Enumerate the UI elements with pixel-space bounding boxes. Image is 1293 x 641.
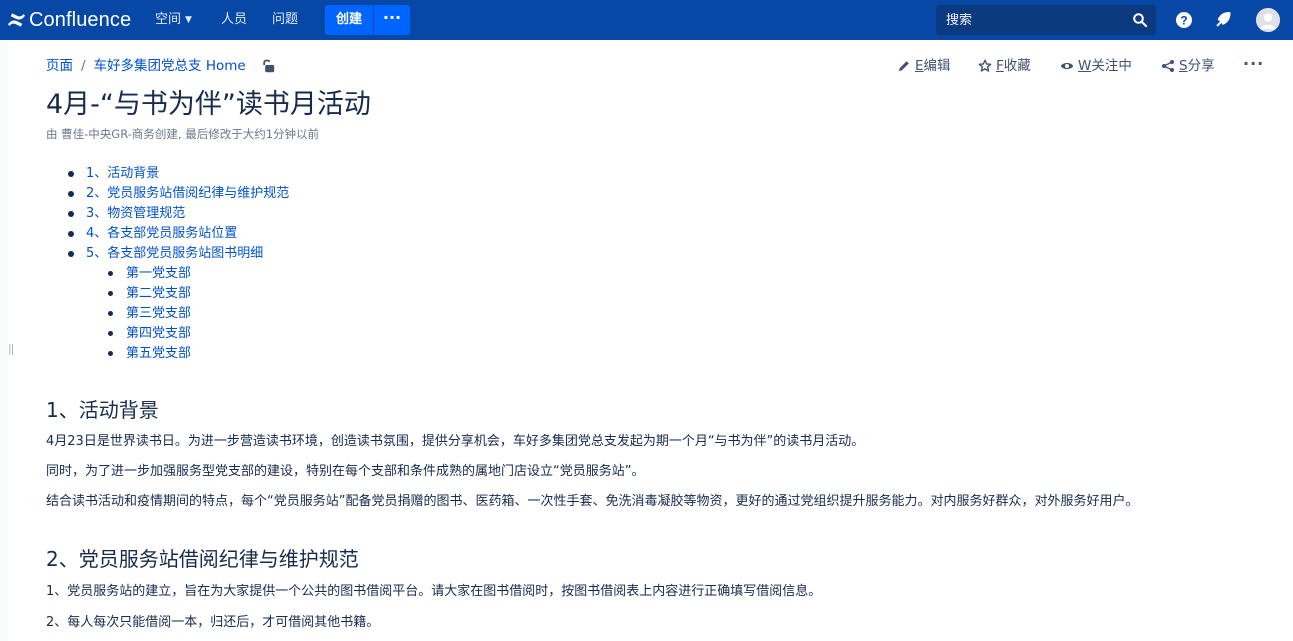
star-icon [978, 59, 992, 72]
breadcrumb-pages[interactable]: 页面 [46, 58, 73, 74]
unlock-icon[interactable] [261, 58, 275, 73]
star-label: 收藏 [1003, 58, 1031, 74]
toc-link[interactable]: 2、党员服务站借阅纪律与维护规范 [86, 186, 289, 201]
search-box [936, 5, 1156, 35]
section-paragraph: 2、每人每次只能借阅一本，归还后，才可借阅其他书籍。 [46, 615, 380, 630]
pencil-icon [899, 61, 909, 71]
toc-item: 2、党员服务站借阅纪律与维护规范 [68, 184, 289, 204]
help-icon[interactable]: ? [1174, 10, 1194, 30]
nav-people[interactable]: 人员 [221, 0, 247, 40]
toc-sublink[interactable]: 第一党支部 [126, 266, 191, 281]
share-icon [1162, 60, 1174, 72]
section-paragraph: 同时，为了进一步加强服务型党支部的建设，特别在每个支部和条件成熟的属地门店设立“… [46, 464, 645, 479]
breadcrumb-separator: / [81, 58, 86, 74]
watch-label: 关注中 [1091, 58, 1132, 74]
top-navigation: Confluence 空间▼ 人员 问题 创建 ··· ? [0, 0, 1293, 40]
toc-item: 5、各支部党员服务站图书明细 [68, 244, 289, 264]
watch-shortcut: W [1078, 58, 1092, 74]
toc-link[interactable]: 4、各支部党员服务站位置 [86, 226, 237, 241]
search-input[interactable] [936, 5, 1126, 35]
share-button[interactable]: S 分享 [1161, 56, 1215, 76]
toc-subitem: 第五党支部 [108, 344, 191, 364]
more-actions-button[interactable]: ··· [1243, 54, 1264, 73]
user-avatar[interactable] [1256, 8, 1280, 32]
page-title: 4月-“与书为伴”读书月活动 [46, 89, 371, 120]
share-shortcut: S [1179, 58, 1188, 74]
toc-link[interactable]: 3、物资管理规范 [86, 206, 185, 221]
sidebar-resize-handle-icon[interactable]: || [8, 342, 15, 355]
avatar-icon [1256, 8, 1280, 32]
eye-icon [1060, 63, 1074, 69]
toc-subitem: 第二党支部 [108, 284, 191, 304]
toc-sublink[interactable]: 第四党支部 [126, 326, 191, 341]
page-byline: 由 曹佳-中央GR-商务创建, 最后修改于大约1分钟以前 [46, 127, 320, 141]
toc-sublink[interactable]: 第三党支部 [126, 306, 191, 321]
toc-item: 1、活动背景 [68, 164, 289, 184]
edit-label: 编辑 [923, 58, 951, 74]
toc-item: 4、各支部党员服务站位置 [68, 224, 289, 244]
share-label: 分享 [1187, 58, 1215, 74]
svg-text:?: ? [1180, 14, 1187, 28]
toc-sublink[interactable]: 第五党支部 [126, 346, 191, 361]
toc-item: 3、物资管理规范 [68, 204, 289, 224]
section-heading: 1、活动背景 [46, 398, 159, 422]
breadcrumb-space-home[interactable]: 车好多集团党总支 Home [94, 58, 246, 74]
toc-sublink[interactable]: 第二党支部 [126, 286, 191, 301]
toc-link[interactable]: 1、活动背景 [86, 166, 159, 181]
nav-spaces-label: 空间 [155, 12, 182, 27]
create-more-button[interactable]: ··· [374, 5, 410, 35]
edit-button[interactable]: E 编辑 [897, 56, 951, 76]
chevron-down-icon: ▼ [185, 15, 192, 25]
section-heading: 2、党员服务站借阅纪律与维护规范 [46, 547, 359, 571]
nav-spaces[interactable]: 空间 ▼ [155, 0, 192, 40]
edit-shortcut: E [915, 58, 924, 74]
star-button[interactable]: F 收藏 [978, 56, 1031, 76]
sidebar-collapsed [0, 40, 8, 641]
notifications-icon[interactable] [1213, 10, 1233, 30]
star-shortcut: F [996, 58, 1004, 74]
table-of-contents-sublist: 第一党支部 第二党支部 第三党支部 第四党支部 第五党支部 [108, 264, 191, 364]
toc-link[interactable]: 5、各支部党员服务站图书明细 [86, 246, 263, 261]
toc-subitem: 第四党支部 [108, 324, 191, 344]
toc-subitem: 第三党支部 [108, 304, 191, 324]
search-icon[interactable] [1132, 12, 1148, 28]
breadcrumb: 页面 / 车好多集团党总支 Home [46, 56, 246, 76]
confluence-logo-icon [7, 13, 26, 27]
table-of-contents: 1、活动背景 2、党员服务站借阅纪律与维护规范 3、物资管理规范 4、各支部党员… [68, 164, 289, 264]
nav-questions[interactable]: 问题 [272, 0, 298, 40]
toc-subitem: 第一党支部 [108, 264, 191, 284]
section-paragraph: 结合读书活动和疫情期间的特点，每个“党员服务站”配备党员捐赠的图书、医药箱、一次… [46, 494, 1139, 509]
section-paragraph: 1、党员服务站的建立，旨在为大家提供一个公共的图书借阅平台。请大家在图书借阅时，… [46, 584, 822, 599]
create-button[interactable]: 创建 [325, 5, 373, 35]
section-paragraph: 4月23日是世界读书日。为进一步营造读书环境，创造读书氛围，提供分享机会，车好多… [46, 434, 865, 449]
watch-button[interactable]: W 关注中 [1060, 56, 1132, 76]
brand-name: Confluence [29, 8, 132, 31]
confluence-logo[interactable]: Confluence [7, 8, 131, 32]
